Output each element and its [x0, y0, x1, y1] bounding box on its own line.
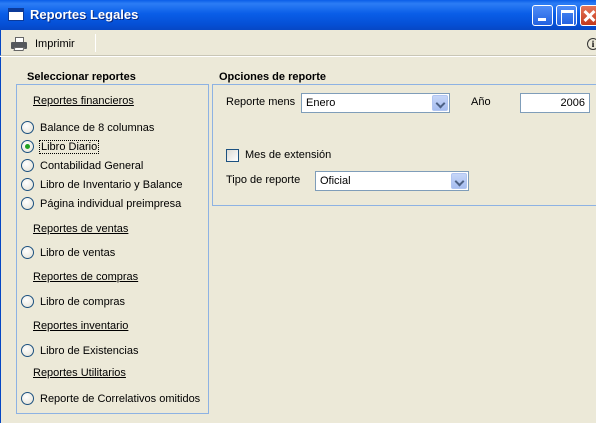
toolbar-separator: [95, 34, 96, 52]
toolbar: Imprimir i: [0, 30, 596, 56]
printer-icon: [11, 36, 27, 51]
radio-libro-existencias[interactable]: Libro de Existencias: [21, 344, 138, 357]
radio-libro-inventario-balance[interactable]: Libro de Inventario y Balance: [21, 178, 182, 191]
month-select[interactable]: Enero: [301, 93, 450, 113]
group-sales-reports[interactable]: Reportes de ventas: [33, 223, 128, 235]
year-label: Año: [471, 96, 491, 108]
radio-balance-8-columnas[interactable]: Balance de 8 columnas: [21, 121, 154, 134]
group-inventory-reports[interactable]: Reportes inventario: [33, 320, 128, 332]
group-utility-reports[interactable]: Reportes Utilitarios: [33, 367, 126, 379]
radio-libro-diario[interactable]: Libro Diario: [21, 139, 100, 154]
radio-indicator-selected[interactable]: [21, 140, 34, 153]
radio-indicator[interactable]: [21, 295, 34, 308]
radio-indicator[interactable]: [21, 392, 34, 405]
radio-label: Libro de ventas: [40, 246, 116, 259]
title-bar: Reportes Legales: [0, 0, 596, 30]
window-icon: [8, 8, 24, 21]
radio-indicator[interactable]: [21, 121, 34, 134]
radio-indicator[interactable]: [21, 178, 34, 191]
reports-panel: Reportes financieros Balance de 8 column…: [16, 84, 209, 414]
extension-month-checkbox[interactable]: [226, 149, 239, 162]
chevron-down-icon[interactable]: [432, 95, 448, 111]
radio-label: Balance de 8 columnas: [40, 121, 155, 134]
radio-label: Página individual preimpresa: [40, 197, 182, 210]
report-type-value: Oficial: [320, 175, 351, 187]
radio-contabilidad-general[interactable]: Contabilidad General: [21, 159, 143, 172]
select-reports-heading: Seleccionar reportes: [27, 71, 136, 83]
maximize-button[interactable]: [556, 5, 577, 26]
radio-indicator[interactable]: [21, 344, 34, 357]
radio-label: Libro de compras: [40, 295, 125, 308]
radio-label: Libro de Existencias: [40, 344, 139, 357]
print-button[interactable]: Imprimir: [11, 35, 75, 52]
minimize-button[interactable]: [532, 5, 553, 26]
info-icon[interactable]: i: [587, 38, 596, 50]
radio-label: Libro de Inventario y Balance: [40, 178, 183, 191]
radio-indicator[interactable]: [21, 159, 34, 172]
radio-libro-compras[interactable]: Libro de compras: [21, 295, 125, 308]
radio-libro-ventas[interactable]: Libro de ventas: [21, 246, 115, 259]
month-value: Enero: [306, 97, 336, 109]
group-purchase-reports[interactable]: Reportes de compras: [33, 271, 138, 283]
radio-label: Contabilidad General: [40, 159, 144, 172]
year-input[interactable]: 2006: [520, 93, 590, 113]
close-button[interactable]: [580, 5, 596, 26]
window-title: Reportes Legales: [30, 7, 139, 22]
extension-month-label: Mes de extensión: [245, 149, 332, 161]
report-options-panel: Reporte mens Enero Año 2006 Mes de exten…: [212, 84, 596, 206]
radio-pagina-individual[interactable]: Página individual preimpresa: [21, 197, 181, 210]
group-financial-reports[interactable]: Reportes financieros: [33, 95, 134, 107]
main-content: Seleccionar reportes Reportes financiero…: [0, 57, 596, 423]
radio-label: Reporte de Correlativos omitidos: [40, 392, 201, 405]
radio-label: Libro Diario: [38, 139, 100, 154]
chevron-down-icon[interactable]: [451, 173, 467, 189]
report-type-label: Tipo de reporte: [226, 174, 301, 186]
radio-correlativos-omitidos[interactable]: Reporte de Correlativos omitidos: [21, 392, 200, 405]
radio-indicator[interactable]: [21, 246, 34, 259]
print-label: Imprimir: [35, 37, 75, 50]
radio-indicator[interactable]: [21, 197, 34, 210]
report-type-select[interactable]: Oficial: [315, 171, 469, 191]
report-options-heading: Opciones de reporte: [219, 71, 326, 83]
month-label: Reporte mens: [226, 96, 296, 108]
